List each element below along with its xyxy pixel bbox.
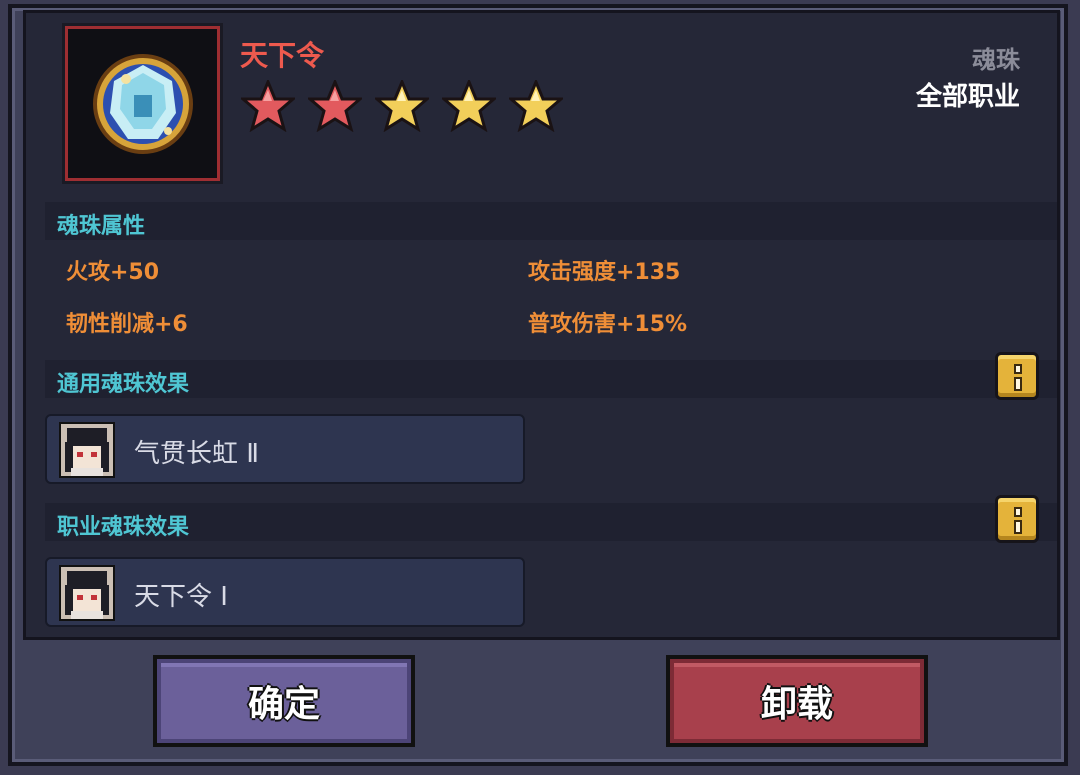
class-effect-info-button[interactable] [995,495,1039,543]
star-icon [509,80,563,132]
skill-avatar [59,565,115,621]
skill-label: 气贯长虹 Ⅱ [134,439,260,469]
attribute-item: 攻击强度+135 [528,260,681,285]
common-effect-skill[interactable]: 气贯长虹 Ⅱ [45,414,525,484]
skill-avatar [59,422,115,478]
star-rating [241,80,563,132]
confirm-button[interactable]: 确定 [153,655,415,747]
character-portrait-icon [61,424,113,476]
skill-label: 天下令 Ⅰ [134,582,228,612]
item-class: 全部职业 [915,82,1020,112]
star-icon [308,80,362,132]
item-name: 天下令 [240,39,325,72]
item-icon-frame [65,26,220,181]
common-effect-info-button[interactable] [995,352,1039,400]
class-effect-section-header: 职业魂珠效果 [45,495,1057,543]
attribute-item: 韧性削减+6 [66,312,188,337]
attribute-item: 普攻伤害+15% [528,312,688,337]
class-effect-section-title: 职业魂珠效果 [57,515,190,540]
attributes-section-title: 魂珠属性 [57,214,146,239]
soul-orb-icon [93,54,193,154]
character-portrait-icon [61,567,113,619]
common-effect-section-header: 通用魂珠效果 [45,352,1057,400]
star-icon [375,80,429,132]
common-effect-section-title: 通用魂珠效果 [57,372,190,397]
star-icon [241,80,295,132]
attributes-section-header: 魂珠属性 [45,202,1057,240]
unload-button[interactable]: 卸载 [666,655,928,747]
item-type: 魂珠 [972,46,1020,74]
attribute-item: 火攻+50 [66,260,160,285]
class-effect-skill[interactable]: 天下令 Ⅰ [45,557,525,627]
star-icon [442,80,496,132]
